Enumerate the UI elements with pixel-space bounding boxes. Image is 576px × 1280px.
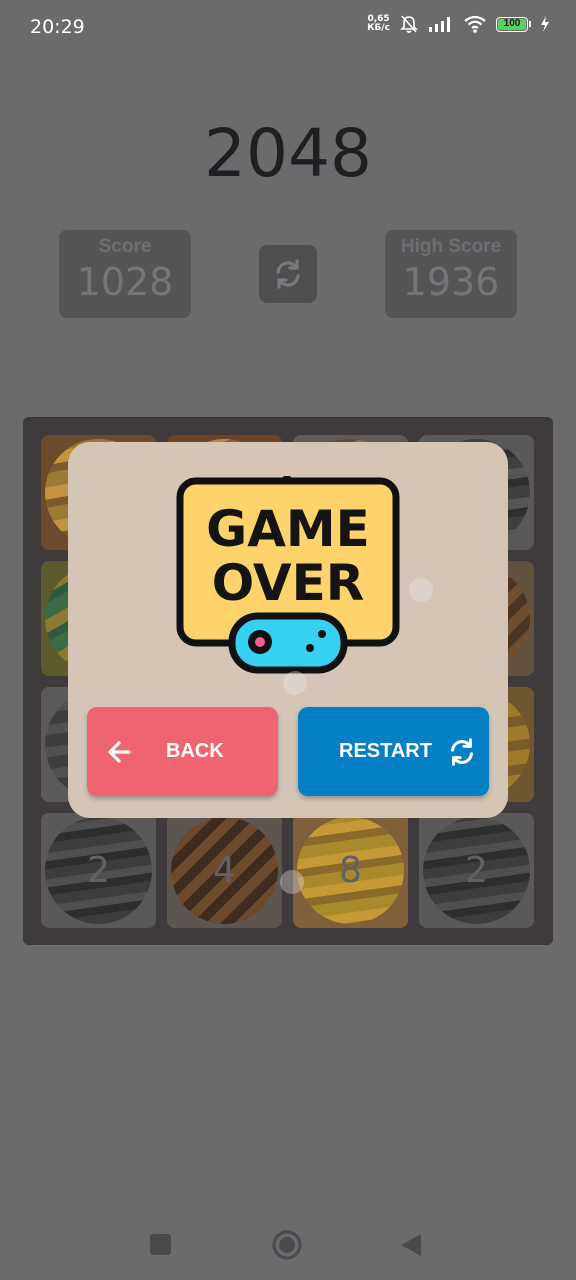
wifi-icon xyxy=(464,15,486,33)
arrow-left-icon xyxy=(108,740,131,763)
score-box: Score 1028 xyxy=(59,230,191,318)
board-tile: 8 xyxy=(293,813,408,928)
score-label: Score xyxy=(98,236,152,257)
restart-button[interactable]: RESTART xyxy=(298,707,489,796)
network-speed: 0,65 КБ/с xyxy=(367,15,390,33)
game-over-text-line2: OVER xyxy=(212,554,365,612)
net-speed-unit: КБ/с xyxy=(367,23,390,33)
status-bar: 20:29 0,65 КБ/с 100 xyxy=(0,0,576,56)
mute-bell-icon xyxy=(400,15,418,33)
charging-bolt-icon xyxy=(541,16,549,32)
signal-icon xyxy=(429,17,450,32)
high-score-label: High Score xyxy=(400,236,502,257)
tile-value: 2 xyxy=(465,850,488,891)
restart-game-button[interactable] xyxy=(259,245,317,303)
tile-value: 4 xyxy=(213,850,236,891)
battery-level: 100 xyxy=(498,18,526,30)
board-tile: 2 xyxy=(419,813,534,928)
battery-icon: 100 xyxy=(496,16,531,32)
navigation-bar xyxy=(0,1210,576,1280)
tile-value: 2 xyxy=(87,850,110,891)
restart-button-label: RESTART xyxy=(339,740,432,762)
game-over-text-line1: GAME xyxy=(206,500,370,558)
board-tile: 2 xyxy=(41,813,156,928)
game-over-image: GAME OVER xyxy=(176,476,400,674)
refresh-icon xyxy=(451,737,473,766)
back-button-label: BACK xyxy=(166,740,224,762)
back-button[interactable]: BACK xyxy=(87,707,278,796)
board-tile: 4 xyxy=(167,813,282,928)
status-icons: 0,65 КБ/с 100 xyxy=(367,14,550,34)
refresh-icon xyxy=(276,259,300,289)
high-score-value: 1936 xyxy=(402,260,500,304)
decorative-dot xyxy=(283,671,307,695)
status-time: 20:29 xyxy=(30,16,85,38)
home-circle-icon[interactable] xyxy=(271,1229,303,1261)
decorative-dot xyxy=(409,578,433,602)
high-score-box: High Score 1936 xyxy=(385,230,517,318)
recents-square-icon[interactable] xyxy=(150,1234,171,1255)
game-title: 2048 xyxy=(204,115,372,192)
back-triangle-icon[interactable] xyxy=(399,1232,423,1258)
tile-value: 8 xyxy=(339,850,362,891)
decorative-dot xyxy=(280,870,304,894)
game-controller-icon xyxy=(228,612,348,674)
score-value: 1028 xyxy=(76,260,174,304)
